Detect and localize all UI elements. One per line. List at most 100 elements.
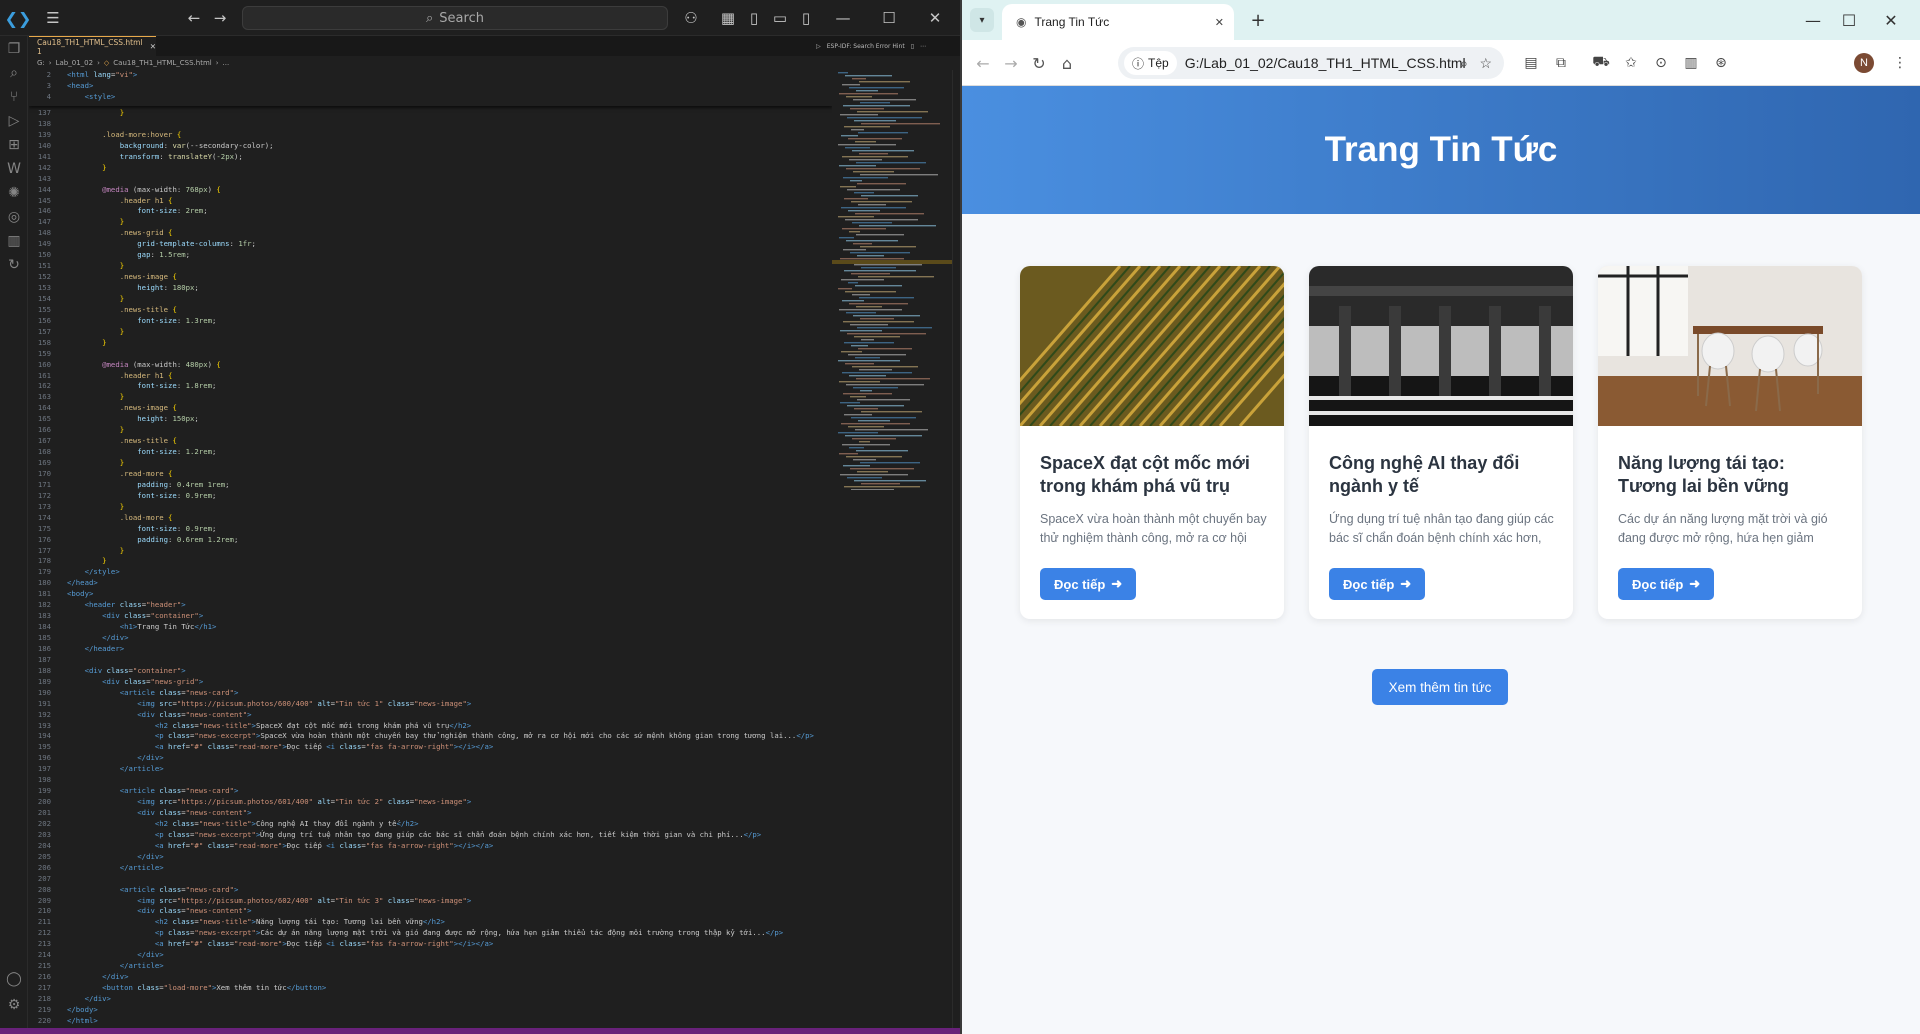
breadcrumb-item[interactable]: ... bbox=[223, 59, 230, 67]
split-editor-icon[interactable]: ▯ bbox=[911, 43, 914, 50]
command-center-search[interactable]: ⌕ Search bbox=[242, 6, 668, 30]
code-editor[interactable]: 2 <html lang="vi"> 3 <head> 4 <style> 137 } 1… bbox=[29, 70, 832, 1028]
editor-scrollbar[interactable] bbox=[952, 70, 960, 1028]
chart-icon[interactable]: ▥ bbox=[0, 228, 28, 254]
more-actions-icon[interactable]: ⋯ bbox=[920, 43, 926, 50]
code-line[interactable]: 208 <article class="news-card"> bbox=[29, 885, 832, 896]
code-line[interactable]: 163 } bbox=[29, 392, 832, 403]
code-line[interactable]: 173 } bbox=[29, 502, 832, 513]
code-line[interactable]: 152 .news-image { bbox=[29, 272, 832, 283]
address-bar[interactable]: ⓘ Tệp G:/Lab_01_02/Cau18_TH1_HTML_CSS.htm… bbox=[1118, 47, 1504, 79]
chrome-back-icon[interactable]: ← bbox=[970, 40, 996, 86]
code-line[interactable]: 160 @media (max-width: 480px) { bbox=[29, 360, 832, 371]
code-line[interactable]: 180 </head> bbox=[29, 578, 832, 589]
code-line[interactable]: 175 font-size: 0.9rem; bbox=[29, 524, 832, 535]
minimap[interactable] bbox=[832, 70, 952, 1028]
code-line[interactable]: 192 <div class="news-content"> bbox=[29, 710, 832, 721]
code-line[interactable]: 189 <div class="news-grid"> bbox=[29, 677, 832, 688]
code-line[interactable]: 186 </header> bbox=[29, 644, 832, 655]
code-line[interactable]: 190 <article class="news-card"> bbox=[29, 688, 832, 699]
code-line[interactable]: 204 <a href="#" class="read-more">Đọc ti… bbox=[29, 841, 832, 852]
code-line[interactable]: 191 <img src="https://picsum.photos/600/… bbox=[29, 699, 832, 710]
code-line[interactable]: 153 height: 180px; bbox=[29, 283, 832, 294]
search-view-icon[interactable]: ⌕ bbox=[0, 60, 28, 86]
code-line[interactable]: 209 <img src="https://picsum.photos/602/… bbox=[29, 896, 832, 907]
code-line[interactable]: 215 </article> bbox=[29, 961, 832, 972]
code-line[interactable]: 159 bbox=[29, 349, 832, 360]
forward-arrow-icon[interactable]: → bbox=[210, 0, 230, 36]
code-line[interactable]: 188 <div class="container"> bbox=[29, 666, 832, 677]
minimize-icon[interactable]: — bbox=[830, 0, 856, 36]
settings-gear-icon[interactable]: ⚙ bbox=[0, 992, 28, 1018]
layout-customize-icon[interactable]: ▦ bbox=[718, 0, 738, 36]
code-line[interactable]: 2 <html lang="vi"> bbox=[29, 70, 832, 81]
chrome-tab-active[interactable]: ◉ Trang Tin Tức ✕ bbox=[1002, 4, 1234, 40]
reload-icon[interactable]: ↻ bbox=[1026, 40, 1052, 86]
extensions-icon[interactable]: ⊞ bbox=[0, 132, 28, 158]
chrome-menu-icon[interactable]: ⋮ bbox=[1888, 40, 1912, 86]
translate-icon[interactable]: ⊛ bbox=[1708, 40, 1734, 86]
run-icon[interactable]: ▷ bbox=[816, 43, 821, 50]
esp-idf-icon[interactable]: ✺ bbox=[0, 180, 28, 206]
chrome-forward-icon[interactable]: → bbox=[998, 40, 1024, 86]
account-icon[interactable]: ◯ bbox=[0, 966, 28, 992]
chrome-close-icon[interactable]: ✕ bbox=[1878, 0, 1904, 40]
code-line[interactable]: 207 bbox=[29, 874, 832, 885]
chrome-maximize-icon[interactable]: ☐ bbox=[1836, 0, 1862, 40]
code-line[interactable]: 166 } bbox=[29, 425, 832, 436]
code-line[interactable]: 195 <a href="#" class="read-more">Đọc ti… bbox=[29, 742, 832, 753]
code-line[interactable]: 200 <img src="https://picsum.photos/601/… bbox=[29, 797, 832, 808]
toggle-sidebar-icon[interactable]: ▯ bbox=[744, 0, 764, 36]
code-line[interactable]: 169 } bbox=[29, 458, 832, 469]
code-line[interactable]: 161 .header h1 { bbox=[29, 371, 832, 382]
code-line[interactable]: 187 bbox=[29, 655, 832, 666]
favorites-icon[interactable]: ✩ bbox=[1618, 40, 1644, 86]
code-line[interactable]: 164 .news-image { bbox=[29, 403, 832, 414]
code-line[interactable]: 193 <h2 class="news-title">SpaceX đạt cộ… bbox=[29, 721, 832, 732]
explorer-icon[interactable]: ❐ bbox=[0, 36, 28, 62]
code-line[interactable]: 219 </body> bbox=[29, 1005, 832, 1016]
code-line[interactable]: 217 <button class="load-more">Xem thêm t… bbox=[29, 983, 832, 994]
code-line[interactable]: 145 .header h1 { bbox=[29, 196, 832, 207]
code-line[interactable]: 171 padding: 0.4rem 1rem; bbox=[29, 480, 832, 491]
code-line[interactable]: 138 bbox=[29, 119, 832, 130]
run-debug-icon[interactable]: ▷ bbox=[0, 108, 28, 134]
code-line[interactable]: 177 } bbox=[29, 546, 832, 557]
chrome-tab-close-icon[interactable]: ✕ bbox=[1215, 16, 1224, 29]
code-line[interactable]: 155 .news-title { bbox=[29, 305, 832, 316]
code-line[interactable]: 147 } bbox=[29, 217, 832, 228]
code-line[interactable]: 144 @media (max-width: 768px) { bbox=[29, 185, 832, 196]
load-more-button[interactable]: Xem thêm tin tức bbox=[1372, 669, 1508, 705]
code-line[interactable]: 158 } bbox=[29, 338, 832, 349]
code-line[interactable]: 142 } bbox=[29, 163, 832, 174]
code-line[interactable]: 214 </div> bbox=[29, 950, 832, 961]
remote-icon[interactable]: ◎ bbox=[0, 204, 28, 230]
code-line[interactable]: 176 padding: 0.6rem 1.2rem; bbox=[29, 535, 832, 546]
code-line[interactable]: 150 gap: 1.5rem; bbox=[29, 250, 832, 261]
reader-mode-icon[interactable]: ▥ bbox=[1678, 40, 1704, 86]
breadcrumb-item[interactable]: Cau18_TH1_HTML_CSS.html bbox=[113, 59, 211, 67]
code-line[interactable]: 197 </article> bbox=[29, 764, 832, 775]
new-tab-icon[interactable]: + bbox=[1246, 8, 1270, 32]
code-line[interactable]: 154 } bbox=[29, 294, 832, 305]
code-line[interactable]: 183 <div class="container"> bbox=[29, 611, 832, 622]
code-line[interactable]: 165 height: 150px; bbox=[29, 414, 832, 425]
chrome-minimize-icon[interactable]: — bbox=[1800, 0, 1826, 40]
menu-icon[interactable]: ☰ bbox=[40, 0, 66, 36]
code-line[interactable]: 141 transform: translateY(-2px); bbox=[29, 152, 832, 163]
site-info-chip[interactable]: ⓘ Tệp bbox=[1124, 51, 1177, 75]
screenshot-icon[interactable]: ⊙ bbox=[1648, 40, 1674, 86]
back-arrow-icon[interactable]: ← bbox=[184, 0, 204, 36]
tab-close-icon[interactable]: ✕ bbox=[150, 42, 156, 51]
breadcrumb-item[interactable]: G: bbox=[37, 59, 45, 67]
code-line[interactable]: 194 <p class="news-excerpt">SpaceX vừa h… bbox=[29, 731, 832, 742]
code-line[interactable]: 140 background: var(--secondary-color); bbox=[29, 141, 832, 152]
code-line[interactable]: 162 font-size: 1.8rem; bbox=[29, 381, 832, 392]
read-more-button[interactable]: Đọc tiếp ➜ bbox=[1040, 568, 1137, 600]
code-line[interactable]: 146 font-size: 2rem; bbox=[29, 206, 832, 217]
code-line[interactable]: 199 <article class="news-card"> bbox=[29, 786, 832, 797]
wasm-icon[interactable]: W bbox=[0, 156, 28, 182]
code-line[interactable]: 201 <div class="news-content"> bbox=[29, 808, 832, 819]
code-line[interactable]: 149 grid-template-columns: 1fr; bbox=[29, 239, 832, 250]
code-line[interactable]: 148 .news-grid { bbox=[29, 228, 832, 239]
